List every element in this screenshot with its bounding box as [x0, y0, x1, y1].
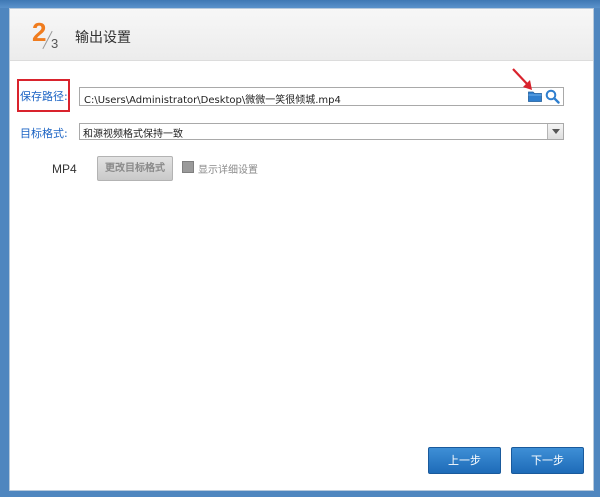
chevron-down-icon	[552, 129, 560, 134]
step-total-number: 3	[51, 36, 59, 51]
window-top-bar	[0, 0, 600, 8]
dropdown-button[interactable]	[547, 124, 563, 139]
previous-step-button[interactable]: 上一步	[428, 447, 501, 474]
save-path-label: 保存路径:	[20, 90, 68, 103]
target-format-label: 目标格式:	[20, 127, 68, 140]
show-details-label: 显示详细设置	[198, 165, 258, 176]
change-target-format-button[interactable]: 更改目标格式	[97, 156, 173, 181]
page-title: 输出设置	[75, 30, 131, 46]
target-format-select[interactable]: 和源视频格式保持一致	[79, 123, 564, 140]
folder-icon[interactable]	[528, 90, 542, 102]
show-details-checkbox[interactable]	[182, 161, 194, 173]
next-step-button[interactable]: 下一步	[511, 447, 584, 474]
format-name-label: MP4	[52, 162, 77, 176]
target-format-selected-value: 和源视频格式保持一致	[83, 129, 183, 140]
step-header: 2 3 输出设置	[10, 9, 593, 61]
search-icon[interactable]	[545, 89, 560, 104]
output-settings-panel: 2 3 输出设置 保存路径: C:\Users\Administrator\De…	[9, 8, 594, 491]
save-path-input[interactable]: C:\Users\Administrator\Desktop\微微一笑很倾城.m…	[79, 87, 564, 106]
